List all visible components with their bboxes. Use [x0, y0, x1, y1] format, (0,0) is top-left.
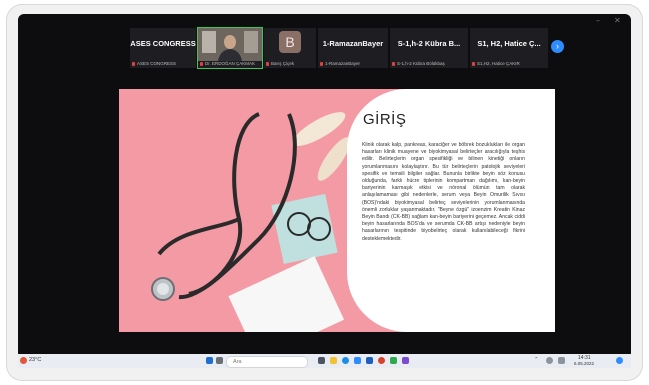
- slide-body-text: Klinik olarak kalp, pankreas, karaciğer …: [362, 142, 525, 242]
- app-icon[interactable]: [402, 357, 409, 364]
- volume-icon[interactable]: [558, 357, 565, 364]
- weather-icon[interactable]: [20, 357, 27, 364]
- participant-strip: ASES CONGRESS ASES CONGRESS Dr. ERDOĞAN …: [130, 27, 550, 69]
- participant-title: S1, H2, Hatice Ç...: [477, 39, 541, 48]
- file-explorer-icon[interactable]: [330, 357, 337, 364]
- taskbar-search-input[interactable]: Ara: [226, 356, 308, 368]
- search-placeholder: Ara: [233, 359, 242, 365]
- participant-tile[interactable]: ASES CONGRESS ASES CONGRESS: [130, 28, 196, 68]
- task-view-icon[interactable]: [318, 357, 325, 364]
- edge-icon[interactable]: [342, 357, 349, 364]
- network-icon[interactable]: [546, 357, 553, 364]
- zoom-meeting-window: – ✕ ASES CONGRESS ASES CONGRESS Dr. ERDO…: [18, 14, 631, 359]
- participant-name: Dr. ERDOĞAN ÇAKMAK: [200, 61, 260, 66]
- participant-title: ASES CONGRESS: [130, 39, 196, 48]
- clock-date[interactable]: 6.05.2022: [574, 361, 594, 366]
- participant-name: ASES CONGRESS: [132, 61, 194, 66]
- mic-muted-icon: [132, 61, 135, 66]
- close-icon[interactable]: ✕: [614, 16, 621, 25]
- mic-muted-icon: [320, 61, 323, 66]
- mic-muted-icon: [472, 61, 475, 66]
- participant-tile[interactable]: B Barış Çiçek: [264, 28, 316, 68]
- participant-name: Barış Çiçek: [266, 61, 314, 66]
- zoom-icon[interactable]: [354, 357, 361, 364]
- slide-title: GİRİŞ: [363, 111, 407, 128]
- weather-temp[interactable]: 23°C: [29, 357, 41, 363]
- search-icon[interactable]: [216, 357, 223, 364]
- participant-video: [198, 28, 262, 61]
- mic-muted-icon: [266, 61, 269, 66]
- participant-tile-active-speaker[interactable]: Dr. ERDOĞAN ÇAKMAK: [197, 27, 263, 69]
- windows-taskbar: 23°C Ara ⌃ 14:31 6.05.2022: [18, 354, 631, 368]
- stethoscope-illustration: [151, 112, 351, 332]
- participant-name: 1-RamazanBayer: [320, 61, 386, 66]
- mic-muted-icon: [200, 61, 203, 66]
- chrome-icon[interactable]: [378, 357, 385, 364]
- participant-tile[interactable]: S1, H2, Hatice Ç... S1,H2, Hatice ÇAKIR: [470, 28, 548, 68]
- next-participants-button[interactable]: ›: [551, 40, 564, 53]
- participant-tile[interactable]: 1-RamazanBayer 1-RamazanBayer: [318, 28, 388, 68]
- participant-name: S-1,h-2 Kübra Bölükbaş: [392, 61, 466, 66]
- mic-muted-icon: [392, 61, 395, 66]
- participant-title: 1-RamazanBayer: [322, 39, 384, 48]
- windows-start-icon[interactable]: [206, 357, 213, 364]
- notification-icon[interactable]: [616, 357, 623, 364]
- participant-name: S1,H2, Hatice ÇAKIR: [472, 61, 546, 66]
- spreadsheet-icon[interactable]: [390, 357, 397, 364]
- speaker-silhouette: [198, 28, 262, 61]
- word-icon[interactable]: [366, 357, 373, 364]
- participant-title: S-1,h-2 Kübra B...: [397, 39, 461, 48]
- participant-tile[interactable]: S-1,h-2 Kübra B... S-1,h-2 Kübra Bölükba…: [390, 28, 468, 68]
- tray-chevron-icon[interactable]: ⌃: [534, 357, 539, 363]
- shared-slide: GİRİŞ Klinik olarak kalp, pankreas, kara…: [119, 89, 555, 332]
- minimize-icon[interactable]: –: [596, 16, 600, 25]
- participant-avatar: B: [279, 31, 301, 53]
